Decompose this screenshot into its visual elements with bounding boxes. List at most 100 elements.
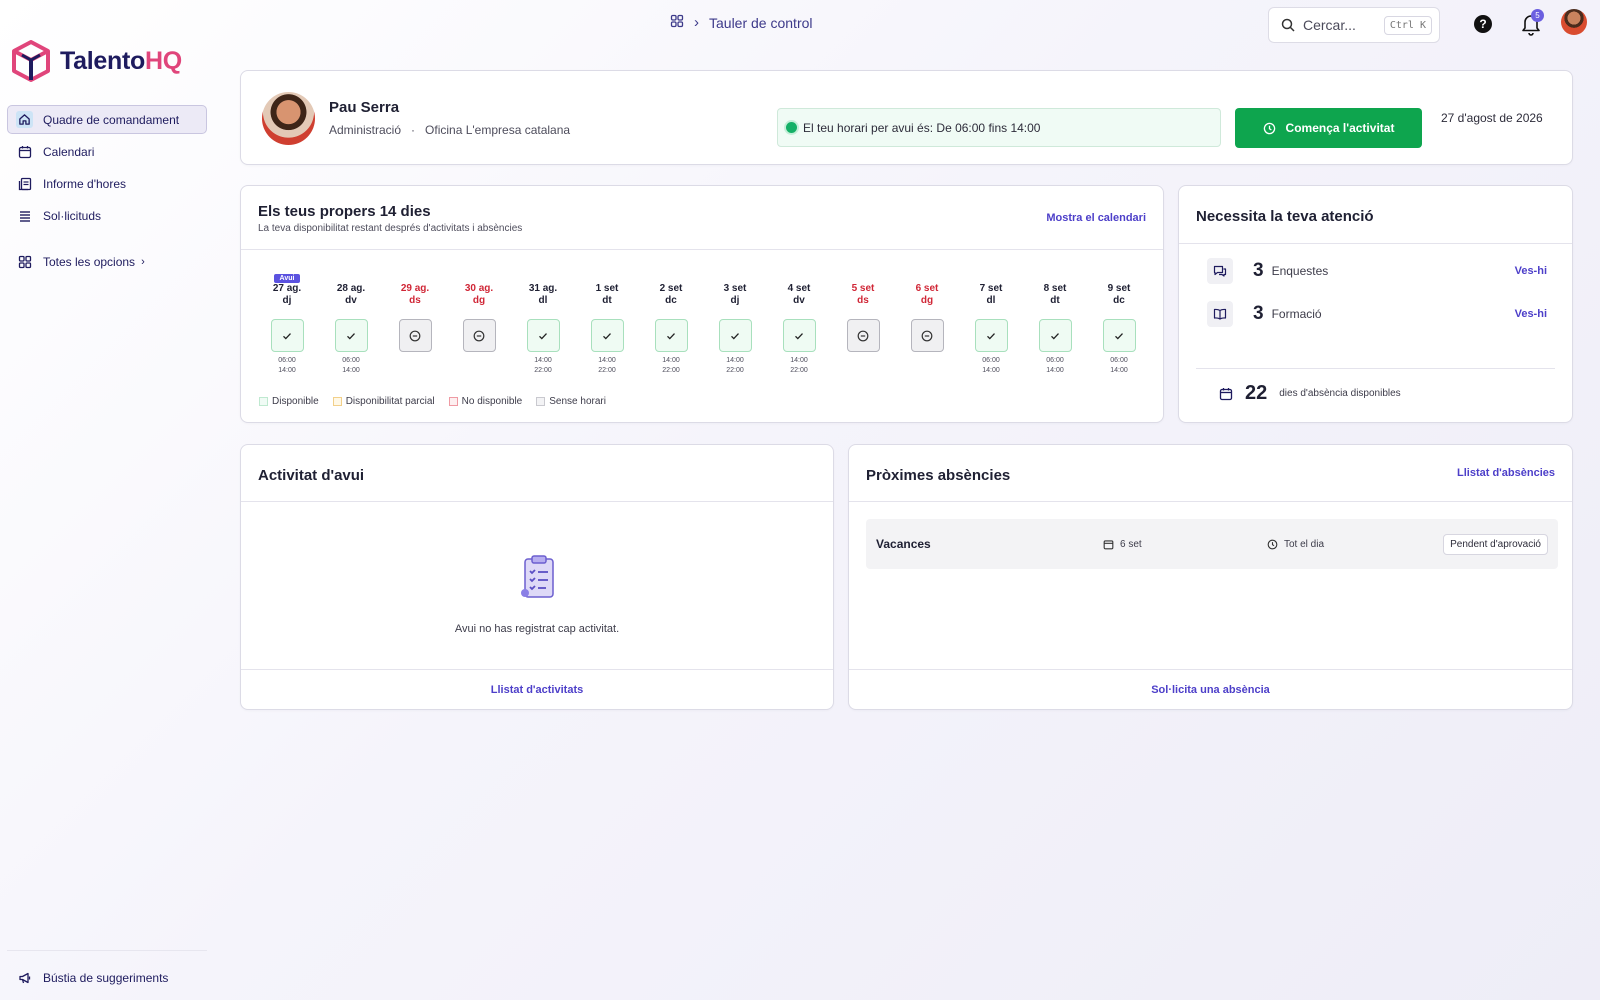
attention-item-training: 3 Formació Ves-hi	[1207, 301, 1547, 327]
day-date: 6 set	[915, 283, 939, 294]
day-column[interactable]: Avui 27 ag. dj 06:00 14:00	[255, 268, 319, 376]
day-column[interactable]: 6 set dg	[895, 268, 959, 376]
megaphone-icon	[16, 969, 33, 986]
absences-list-link[interactable]: Llistat d'absències	[1457, 467, 1555, 479]
absences-title: Pròximes absències	[866, 467, 1011, 484]
day-date: 2 set	[659, 283, 683, 294]
notifications-count-badge: 5	[1531, 9, 1544, 22]
user-avatar[interactable]	[1561, 9, 1587, 35]
next-days-title: Els teus propers 14 dies	[258, 203, 431, 220]
day-column[interactable]: 30 ag. dg	[447, 268, 511, 376]
search-shortcut: Ctrl K	[1383, 15, 1432, 35]
day-hours: 06:00 14:00	[982, 356, 1000, 376]
cube-logo-icon	[12, 40, 50, 82]
sidebar-item-label: Sol·licituds	[43, 208, 102, 223]
attention-label: Enquestes	[1271, 264, 1329, 278]
day-start-time: 14:00	[534, 357, 552, 364]
profile-avatar	[262, 92, 315, 145]
sidebar-item-hours-report[interactable]: Informe d'hores	[7, 169, 207, 198]
day-end-time: 14:00	[982, 367, 1000, 374]
next-days-card: Els teus propers 14 dies La teva disponi…	[240, 185, 1164, 423]
user-name: Pau Serra	[329, 99, 400, 116]
available-check-icon	[1102, 319, 1136, 352]
search-input[interactable]: Cercar... Ctrl K	[1268, 7, 1440, 43]
day-column[interactable]: 8 set dt 06:00 14:00	[1023, 268, 1087, 376]
legend-item: Sense horari	[536, 396, 606, 407]
no-schedule-icon	[846, 319, 880, 352]
schedule-banner: El teu horari per avui és: De 06:00 fins…	[777, 108, 1221, 147]
calendar-icon	[16, 143, 33, 160]
day-column[interactable]: 7 set dl 06:00 14:00	[959, 268, 1023, 376]
go-training-link[interactable]: Ves-hi	[1515, 308, 1547, 320]
profile-card: Pau Serra Administració · Oficina L'empr…	[240, 70, 1573, 165]
day-end-time: 14:00	[1046, 367, 1064, 374]
day-hours: 14:00 22:00	[534, 356, 552, 376]
current-date: 27 d'agost de 2026	[1441, 111, 1543, 125]
legend-label: Disponibilitat parcial	[345, 396, 435, 407]
available-check-icon	[654, 319, 688, 352]
attention-item-surveys: 3 Enquestes Ves-hi	[1207, 258, 1547, 284]
day-date: 4 set	[787, 283, 811, 294]
sidebar-item-requests[interactable]: Sol·licituds	[7, 201, 207, 230]
clock-icon	[1267, 539, 1278, 549]
day-column[interactable]: 9 set dc 06:00 14:00	[1087, 268, 1151, 376]
available-check-icon	[526, 319, 560, 352]
legend-swatch	[536, 397, 546, 406]
legend-swatch	[332, 397, 342, 406]
day-column[interactable]: 3 set dj 14:00 22:00	[703, 268, 767, 376]
activity-list-link[interactable]: Llistat d'activitats	[491, 684, 583, 696]
sidebar-item-all-options[interactable]: Totes les opcions ›	[7, 247, 207, 276]
request-absence-link[interactable]: Sol·licita una absència	[1151, 684, 1270, 696]
activity-footer: Llistat d'activitats	[241, 669, 833, 709]
help-icon[interactable]: ?	[1474, 15, 1492, 33]
breadcrumb-current[interactable]: Tauler de control	[709, 15, 813, 31]
clock-icon	[1263, 122, 1275, 134]
brand-logo[interactable]: TalentoHQ	[12, 40, 182, 82]
available-check-icon	[270, 319, 304, 352]
day-column[interactable]: 28 ag. dv 06:00 14:00	[319, 268, 383, 376]
day-weekday: dl	[986, 295, 996, 306]
next-days-subtitle: La teva disponibilitat restant després d…	[258, 223, 523, 234]
day-column[interactable]: 5 set ds	[831, 268, 895, 376]
day-column[interactable]: 4 set dv 14:00 22:00	[767, 268, 831, 376]
available-check-icon	[1038, 319, 1072, 352]
sidebar-item-calendar[interactable]: Calendari	[7, 137, 207, 166]
legend-item: No disponible	[448, 396, 522, 407]
search-placeholder: Cercar...	[1303, 17, 1356, 33]
sidebar-item-label: Quadre de comandament	[43, 112, 180, 127]
sidebar-item-dashboard[interactable]: Quadre de comandament	[7, 105, 207, 134]
report-icon	[16, 175, 33, 192]
day-start-time: 14:00	[790, 357, 808, 364]
day-column[interactable]: 29 ag. ds	[383, 268, 447, 376]
show-calendar-link[interactable]: Mostra el calendari	[1046, 212, 1146, 224]
day-column[interactable]: 2 set dc 14:00 22:00	[639, 268, 703, 376]
sidebar-nav: Quadre de comandament Calendari Informe …	[7, 105, 207, 279]
day-end-time: 14:00	[1110, 367, 1128, 374]
day-weekday: dj	[282, 295, 292, 306]
legend-label: Sense horari	[549, 396, 606, 407]
go-surveys-link[interactable]: Ves-hi	[1515, 265, 1547, 277]
day-start-time: 14:00	[662, 357, 680, 364]
day-column[interactable]: 31 ag. dl 14:00 22:00	[511, 268, 575, 376]
feedback-button[interactable]: Bústia de suggeriments	[7, 963, 207, 992]
day-weekday: dt	[1050, 295, 1060, 306]
absence-row[interactable]: Vacances 6 set Tot el dia Pendent d'apro…	[866, 519, 1558, 569]
status-badge: Pendent d'aprovació	[1443, 533, 1548, 555]
days-strip: Avui 27 ag. dj 06:00 14:00 28 ag. dv 06:00 14:00…	[255, 268, 1151, 376]
start-activity-button[interactable]: Comença l'activitat	[1235, 108, 1422, 148]
day-weekday: dg	[472, 295, 486, 306]
attention-title: Necessita la teva atenció	[1196, 208, 1374, 225]
day-end-time: 14:00	[342, 367, 360, 374]
home-icon	[16, 111, 33, 128]
schedule-text: El teu horari per avui és: De 06:00 fins…	[803, 120, 1041, 135]
available-check-icon	[782, 319, 816, 352]
day-weekday: dj	[730, 295, 740, 306]
apps-grid-icon[interactable]	[670, 14, 684, 31]
day-hours: 14:00 22:00	[790, 356, 808, 376]
day-start-time: 06:00	[1110, 357, 1128, 364]
absence-days-label: dies d'absència disponibles	[1279, 388, 1401, 399]
day-end-time: 22:00	[790, 367, 808, 374]
calendar-icon	[1219, 387, 1233, 400]
day-column[interactable]: 1 set dt 14:00 22:00	[575, 268, 639, 376]
list-icon	[16, 207, 33, 224]
